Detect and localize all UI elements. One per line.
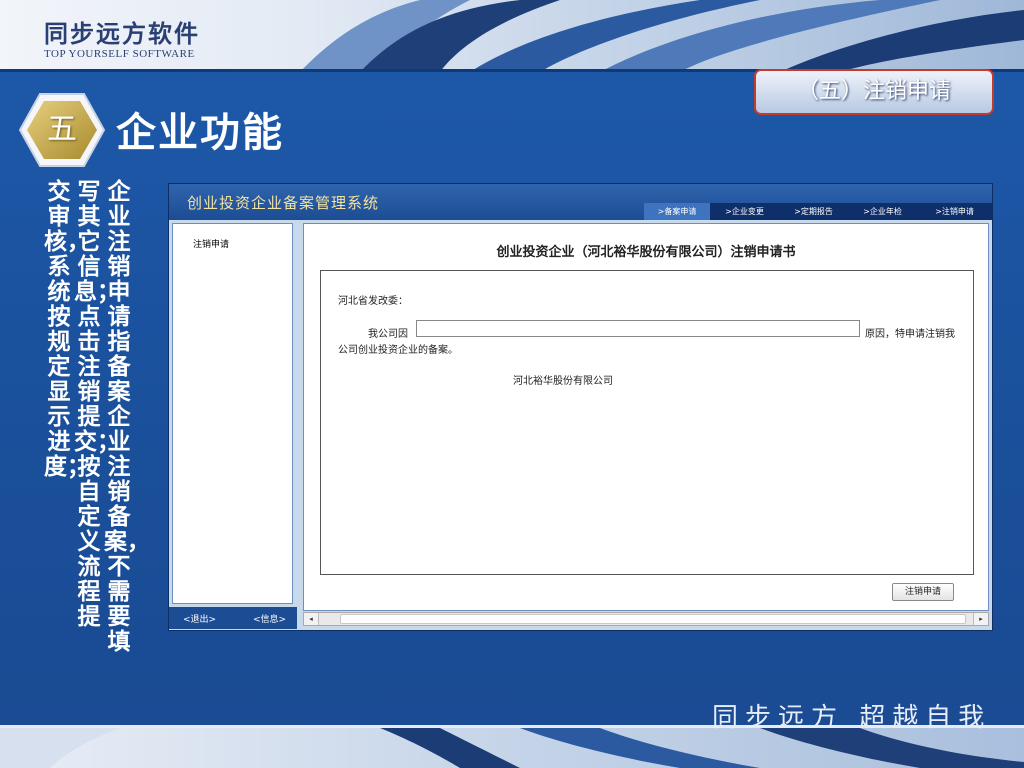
- app-sidebar: 注销申请: [172, 223, 293, 604]
- section-tag: （五）注销申请: [754, 69, 994, 115]
- reason-prefix: 我公司因: [368, 329, 408, 340]
- nav-item-change[interactable]: >企业变更: [710, 203, 779, 220]
- addressee-text: 河北省发改委：: [338, 296, 408, 307]
- slogan: 同步远方 超越自我: [712, 703, 992, 733]
- nav-item-inspection[interactable]: >企业年检: [848, 203, 917, 220]
- scroll-right-arrow-icon[interactable]: ▸: [973, 613, 988, 625]
- description-column-1: 企业注销申请指备案企业注销备案，不需要填: [104, 179, 150, 655]
- section-title: 企业功能: [116, 109, 284, 156]
- app-window: 创业投资企业备案管理系统 >备案申请 >企业变更 >定期报告 >企业年检 >注销…: [168, 183, 993, 631]
- brand-name-cn: 同步远方软件: [44, 20, 200, 48]
- sidebar-footer: <退出> <信息>: [169, 607, 297, 629]
- section-number: 五: [47, 112, 77, 147]
- scroll-thumb[interactable]: [340, 614, 966, 624]
- nav-item-report[interactable]: >定期报告: [779, 203, 848, 220]
- form-title: 创业投资企业（河北裕华股份有限公司）注销申请书: [496, 245, 796, 260]
- info-link[interactable]: <信息>: [253, 612, 286, 625]
- reason-continuation: 公司创业投资企业的备案。: [338, 345, 458, 356]
- reason-input[interactable]: [416, 320, 860, 337]
- section-tag-label: （五）注销申请: [796, 79, 951, 104]
- app-header: 创业投资企业备案管理系统 >备案申请 >企业变更 >定期报告 >企业年检 >注销…: [169, 184, 992, 220]
- nav-item-cancellation[interactable]: >注销申请: [917, 203, 992, 220]
- reason-suffix: 原因，特申请注销我: [865, 329, 955, 340]
- scroll-left-arrow-icon[interactable]: ◂: [304, 613, 319, 625]
- description-column-3: 交审核，系统按规定显示进度；: [44, 179, 90, 480]
- application-letter: 河北省发改委： 我公司因 原因，特申请注销我 公司创业投资企业的备案。 河北裕华…: [320, 270, 974, 575]
- footer-band: [0, 728, 1024, 768]
- content-panel: 创业投资企业（河北裕华股份有限公司）注销申请书 河北省发改委： 我公司因 原因，…: [303, 223, 989, 611]
- horizontal-scrollbar[interactable]: ◂ ▸: [303, 612, 989, 626]
- footer-swoosh-graphic: [0, 728, 1024, 768]
- app-title: 创业投资企业备案管理系统: [187, 194, 380, 212]
- brand-name-en: TOP YOURSELF SOFTWARE: [44, 48, 195, 60]
- submit-cancellation-button[interactable]: 注销申请: [892, 583, 954, 601]
- company-name: 河北裕华股份有限公司: [513, 376, 613, 387]
- nav-item-filing[interactable]: >备案申请: [644, 203, 710, 220]
- app-nav: >备案申请 >企业变更 >定期报告 >企业年检 >注销申请: [644, 203, 992, 220]
- sidebar-item-cancellation[interactable]: 注销申请: [193, 237, 229, 250]
- exit-link[interactable]: <退出>: [183, 612, 216, 625]
